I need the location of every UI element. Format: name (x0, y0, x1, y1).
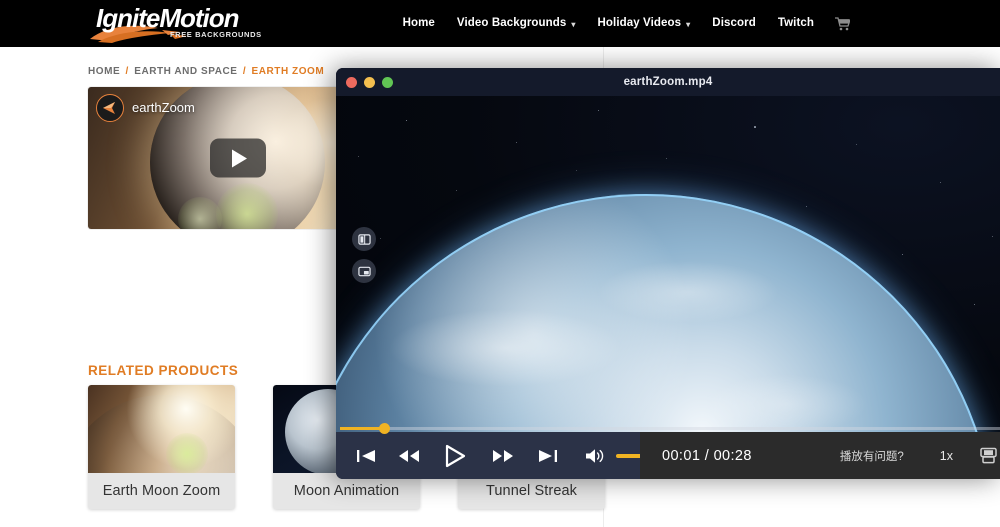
lens-flare-graphic (166, 433, 208, 473)
airplay-glyph (979, 447, 998, 464)
nav-label: Holiday Videos (598, 0, 682, 47)
player-side-buttons (352, 227, 376, 283)
breadcrumb-home[interactable]: HOME (88, 66, 120, 77)
picture-in-picture-icon[interactable] (352, 259, 376, 283)
video-progress-bar[interactable] (336, 424, 1000, 432)
site-header: IgniteMotion FREE BACKGROUNDS Home Video… (0, 0, 1000, 47)
site-logo[interactable]: IgniteMotion FREE BACKGROUNDS (88, 2, 258, 46)
player-control-bar: 00:01 / 00:28 播放有问题? 1x (336, 432, 1000, 479)
volume-icon (584, 447, 606, 465)
nav-item-discord[interactable]: Discord (701, 0, 767, 47)
nav-item-home[interactable]: Home (392, 0, 446, 47)
fast-forward-icon (492, 448, 514, 464)
youtube-video-title: earthZoom (132, 100, 195, 115)
avatar-glyph (102, 101, 118, 115)
player-titlebar: earthZoom.mp4 (336, 68, 1000, 96)
player-control-bar-right: 00:01 / 00:28 播放有问题? 1x (640, 432, 1000, 479)
screen: IgniteMotion FREE BACKGROUNDS Home Video… (0, 0, 1000, 527)
breadcrumb-separator: / (126, 66, 129, 77)
logo-text: IgniteMotion (96, 5, 239, 31)
nav-item-video-backgrounds[interactable]: Video Backgrounds ▾ (446, 0, 587, 47)
playback-issue-link[interactable]: 播放有问题? (840, 448, 904, 464)
pip-glyph (358, 265, 371, 278)
split-view-glyph (358, 233, 371, 246)
nav-item-twitch[interactable]: Twitch (767, 0, 825, 47)
nav-label: Home (403, 0, 435, 47)
play-button[interactable] (444, 444, 466, 468)
rewind-icon (398, 448, 420, 464)
nav-item-holiday-videos[interactable]: Holiday Videos ▾ (587, 0, 702, 47)
channel-avatar[interactable] (96, 94, 124, 122)
play-triangle-icon (232, 149, 247, 167)
cart-icon[interactable] (825, 17, 860, 31)
breadcrumb-current: EARTH ZOOM (252, 66, 325, 77)
breadcrumb-category[interactable]: EARTH AND SPACE (134, 66, 237, 77)
progress-handle[interactable] (379, 423, 390, 434)
volume-button[interactable] (584, 447, 606, 465)
breadcrumb-separator: / (243, 66, 246, 77)
video-stage[interactable] (336, 96, 1000, 451)
time-display: 00:01 / 00:28 (662, 448, 752, 464)
next-track-button[interactable] (538, 448, 558, 464)
previous-icon (356, 448, 376, 464)
nav-label: Video Backgrounds (457, 0, 566, 47)
playback-speed-button[interactable]: 1x (940, 449, 953, 463)
chevron-down-icon: ▾ (571, 1, 575, 48)
play-icon (444, 444, 466, 468)
player-window-title: earthZoom.mp4 (336, 76, 1000, 88)
product-thumbnail (88, 385, 235, 473)
video-player-window[interactable]: earthZoom.mp4 (336, 68, 1000, 479)
split-view-icon[interactable] (352, 227, 376, 251)
product-title: Earth Moon Zoom (88, 473, 235, 509)
previous-track-button[interactable] (356, 448, 376, 464)
nav-label: Discord (712, 0, 756, 47)
breadcrumb: HOME / EARTH AND SPACE / EARTH ZOOM (88, 66, 324, 77)
rewind-button[interactable] (398, 448, 420, 464)
cart-glyph (835, 17, 850, 31)
chevron-down-icon: ▾ (686, 1, 690, 48)
main-nav: Home Video Backgrounds ▾ Holiday Videos … (392, 0, 860, 47)
youtube-play-button[interactable] (210, 139, 266, 178)
product-card-earth-moon-zoom[interactable]: Earth Moon Zoom (88, 385, 235, 509)
progress-track[interactable] (340, 427, 1000, 430)
airplay-icon[interactable] (979, 447, 998, 464)
next-icon (538, 448, 558, 464)
related-products-heading: RELATED PRODUCTS (88, 363, 238, 378)
fast-forward-button[interactable] (492, 448, 514, 464)
nav-label: Twitch (778, 0, 814, 47)
logo-tagline: FREE BACKGROUNDS (170, 30, 262, 39)
